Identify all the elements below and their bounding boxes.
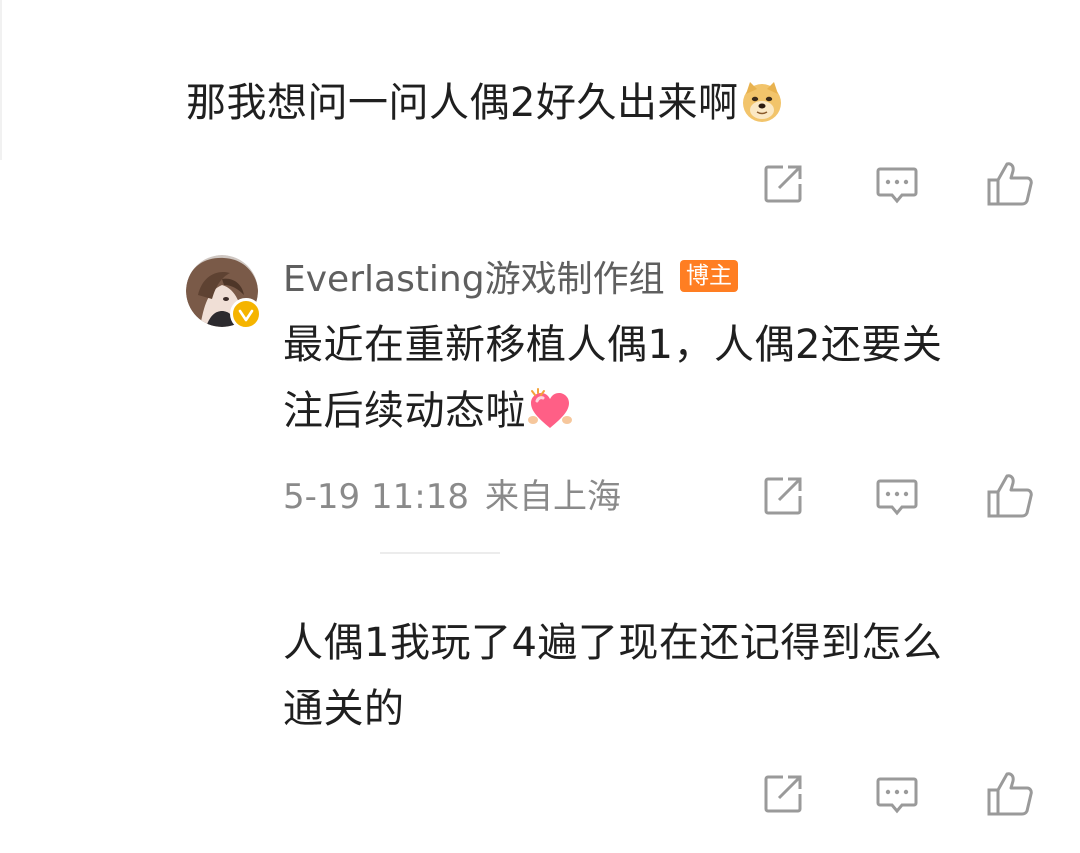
check-icon [238, 309, 254, 322]
reply-button[interactable] [873, 770, 921, 818]
share-button[interactable] [759, 160, 807, 208]
comment-icon [876, 167, 918, 204]
reply-body: 最近在重新移植人偶1，人偶2还要关 注后续动态啦 [283, 312, 942, 452]
comment-icon [876, 479, 918, 516]
share-edit-icon [764, 477, 802, 515]
reply-meta: 5-19 11:18 来自上海 [283, 472, 621, 522]
reply-text-line-2: 注后续动态啦 [283, 378, 942, 452]
comment-text-line-1: 人偶1我玩了4遍了现在还记得到怎么 [283, 620, 943, 666]
comment-icon [876, 777, 918, 814]
share-button[interactable] [759, 472, 807, 520]
share-button[interactable] [759, 770, 807, 818]
location: 来自上海 [484, 477, 621, 517]
blogger-badge: 博主 [680, 260, 738, 292]
comment-text: 那我想问一问人偶2好久出来啊 [186, 80, 739, 126]
divider [0, 0, 2, 160]
divider [380, 552, 500, 554]
author-name[interactable]: Everlasting游戏制作组 [283, 254, 665, 306]
share-edit-icon [764, 775, 802, 813]
heart-emoji-icon [528, 386, 572, 452]
like-button[interactable] [986, 472, 1034, 520]
verified-badge [230, 298, 262, 330]
comment-text-line-2: 通关的 [283, 686, 405, 732]
thumbs-up-icon [987, 162, 1033, 206]
timestamp: 5-19 11:18 [283, 477, 469, 517]
reply-button[interactable] [873, 160, 921, 208]
like-button[interactable] [986, 160, 1034, 208]
reply-text-line-1: 最近在重新移植人偶1，人偶2还要关 [283, 322, 943, 368]
share-edit-icon [764, 165, 802, 203]
thumbs-up-icon [987, 474, 1033, 518]
comment-thread: 那我想问一问人偶2好久出来啊 Everlasting游戏制作组 博主 最近在重新… [0, 0, 1080, 853]
thumbs-up-icon [987, 772, 1033, 816]
like-button[interactable] [986, 770, 1034, 818]
reply-button[interactable] [873, 472, 921, 520]
comment-body: 那我想问一问人偶2好久出来啊 [186, 70, 784, 144]
comment-body: 人偶1我玩了4遍了现在还记得到怎么 通关的 [283, 610, 942, 742]
doge-emoji-icon [740, 78, 784, 144]
